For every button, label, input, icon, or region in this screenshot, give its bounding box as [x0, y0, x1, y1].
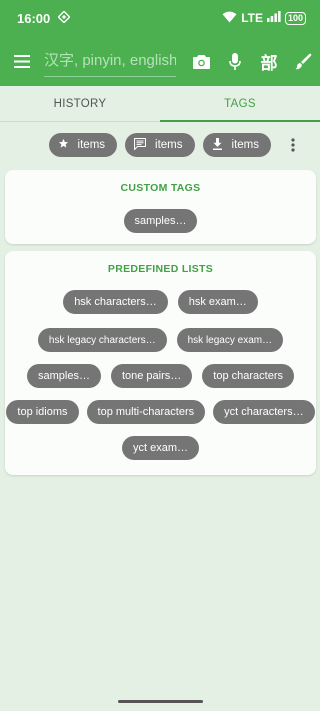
search-box: [44, 45, 176, 77]
search-input[interactable]: [44, 52, 176, 69]
list-hsk-characters[interactable]: hsk characters…: [63, 290, 168, 314]
tab-tags[interactable]: TAGS: [160, 86, 320, 122]
starred-items-label: items: [77, 139, 106, 151]
commented-items-chip[interactable]: items: [125, 133, 195, 157]
custom-tags-card: CUSTOM TAGS samples…: [5, 170, 316, 244]
notification-icon: [57, 9, 71, 26]
signal-icon: [266, 11, 281, 25]
commented-items-label: items: [155, 139, 183, 151]
battery-icon: 100: [284, 11, 306, 25]
brush-icon[interactable]: [286, 41, 320, 81]
wifi-icon: [222, 11, 237, 26]
predefined-lists-card: PREDEFINED LISTS hsk characters… hsk exa…: [5, 251, 316, 475]
downloaded-items-label: items: [231, 139, 259, 151]
list-top-multi-characters[interactable]: top multi-characters: [86, 400, 206, 424]
more-options-icon[interactable]: [283, 133, 303, 157]
list-hsk-exam[interactable]: hsk exam…: [177, 290, 258, 314]
list-hsk-legacy-characters[interactable]: hsk legacy characters…: [37, 328, 167, 352]
list-top-characters[interactable]: top characters: [202, 364, 294, 388]
list-yct-characters[interactable]: yct characters…: [213, 400, 315, 424]
menu-icon[interactable]: [12, 51, 32, 71]
status-bar: 16:00 LTE 100: [0, 0, 320, 36]
starred-items-chip[interactable]: items: [48, 133, 118, 157]
camera-icon[interactable]: [184, 41, 218, 81]
tab-history[interactable]: HISTORY: [0, 86, 160, 121]
radical-icon[interactable]: 部: [252, 41, 286, 81]
predefined-lists-title: PREDEFINED LISTS: [107, 263, 214, 275]
download-icon: [212, 137, 232, 153]
comment-icon: [133, 137, 155, 153]
toolbar-chips: items items items: [0, 133, 320, 157]
network-label: LTE: [241, 11, 263, 25]
radical-label: 部: [260, 53, 278, 74]
list-samples[interactable]: samples…: [27, 364, 101, 388]
star-icon: [58, 138, 78, 152]
home-indicator[interactable]: [118, 700, 203, 703]
microphone-icon[interactable]: [218, 41, 252, 81]
tab-bar: HISTORY TAGS: [0, 86, 320, 122]
list-yct-exam[interactable]: yct exam…: [121, 436, 199, 460]
list-tone-pairs[interactable]: tone pairs…: [110, 364, 193, 388]
app-bar: 部: [0, 36, 320, 86]
custom-tag-samples[interactable]: samples…: [123, 209, 198, 233]
custom-tags-title: CUSTOM TAGS: [120, 182, 201, 194]
list-top-idioms[interactable]: top idioms: [6, 400, 79, 424]
downloaded-items-chip[interactable]: items: [202, 133, 271, 157]
list-hsk-legacy-exam[interactable]: hsk legacy exam…: [176, 328, 284, 352]
status-time: 16:00: [17, 10, 51, 26]
